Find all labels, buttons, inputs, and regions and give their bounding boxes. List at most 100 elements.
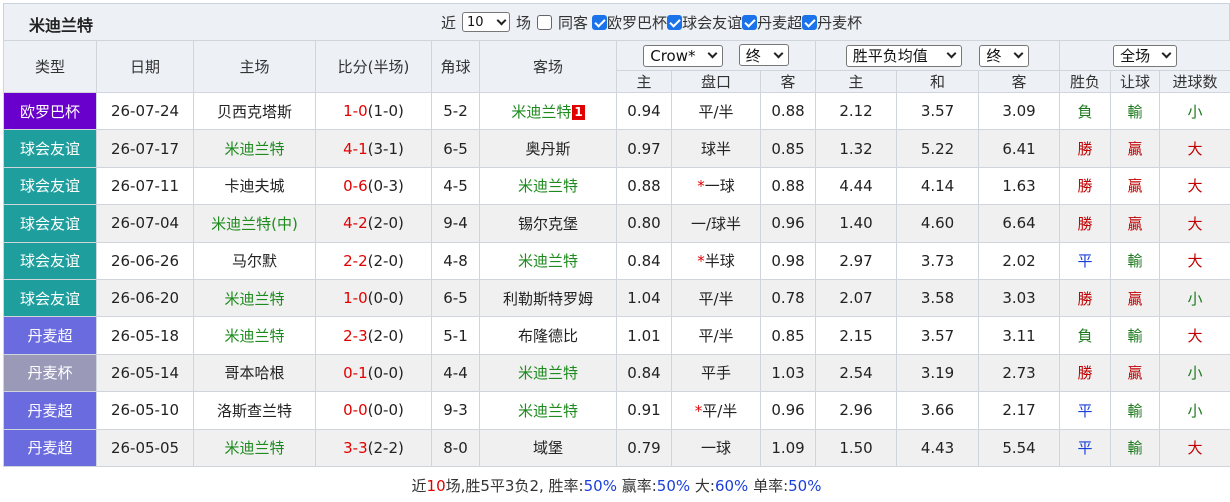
handicap-line-text: 一/球半 [690,214,742,233]
filter-label-europa: 欧罗巴杯 [607,13,668,32]
competition-type[interactable]: 丹麦杯 [3,353,97,393]
competition-type[interactable]: 欧罗巴杯 [3,91,97,131]
odds-away: 3.11 [978,316,1061,355]
home-team[interactable]: 马尔默 [193,241,316,280]
handicap-line: *半球 [671,241,761,280]
recent-suffix: 场 [516,13,532,32]
odds-away: 6.41 [978,129,1061,168]
odds-home: 1.40 [815,204,898,243]
col-handicap-away: 客 [759,70,817,93]
goals-result: 大 [1159,129,1230,168]
away-team[interactable]: 奥丹斯 [479,129,617,168]
home-team[interactable]: 哥本哈根 [193,353,316,393]
full-time-score: 2-3 [343,326,368,345]
scope-select[interactable]: 全场 [1113,44,1178,67]
competition-type[interactable]: 丹麦超 [3,316,97,355]
handicap-line: 一/球半 [671,204,761,243]
match-score[interactable]: 4-1(3-1) [315,129,432,168]
competition-type[interactable]: 丹麦超 [3,391,97,430]
odds-draw: 4.14 [896,166,980,206]
match-result: 勝 [1059,353,1112,393]
half-time-score: (2-0) [367,326,404,345]
handicap-mode-select[interactable]: 终 [738,44,789,67]
match-score[interactable]: 4-2(2-0) [315,204,432,243]
away-team[interactable]: 米迪兰特 [479,166,617,206]
goals-result: 小 [1159,278,1230,318]
match-score[interactable]: 1-0(1-0) [315,91,432,131]
handicap-result: 贏 [1110,278,1161,318]
away-team[interactable]: 米迪兰特 [479,353,617,393]
competition-type[interactable]: 丹麦超 [3,428,97,467]
half-time-score: (0-3) [367,176,404,195]
full-time-score: 4-2 [343,214,368,233]
home-team[interactable]: 洛斯查兰特 [193,391,316,430]
competition-type[interactable]: 球会友谊 [3,278,97,318]
competition-type[interactable]: 球会友谊 [3,204,97,243]
away-team-name: 米迪兰特 [517,364,578,383]
odds-mode-select[interactable]: 终 [979,44,1030,67]
goals-result: 大 [1159,316,1230,355]
corners: 8-0 [431,428,480,467]
handicap-line: 平/半 [671,316,761,355]
competition-type[interactable]: 球会友谊 [3,241,97,280]
table-row: 丹麦杯 26-05-14 哥本哈根 0-1(0-0) 4-4 米迪兰特 0.84 平手 1.03… [3,353,1230,393]
filter-checkbox-friendly[interactable] [667,14,683,30]
corners: 5-1 [431,316,480,355]
away-team[interactable]: 米迪兰特 [479,391,617,430]
col-odds-home: 主 [815,70,898,93]
match-score[interactable]: 0-6(0-3) [315,166,432,206]
recent-count-select[interactable]: 10 [462,12,511,32]
odds-home: 4.44 [815,166,898,206]
handicap-home-odds: 0.91 [616,391,672,430]
filter-checkbox-europa[interactable] [592,14,608,30]
goals-result: 小 [1159,91,1230,131]
match-score[interactable]: 1-0(0-0) [315,278,432,318]
handicap-away-odds: 0.78 [759,278,817,318]
table-row: 球会友谊 26-07-04 米迪兰特(中) 4-2(2-0) 9-4 锡尔克堡 0.80 一/… [3,204,1230,243]
away-team[interactable]: 利勒斯特罗姆 [479,278,617,318]
chevron-down-icon [946,48,957,59]
competition-type[interactable]: 球会友谊 [3,166,97,206]
handicap-home-odds: 0.97 [616,129,672,168]
handicap-away-odds: 0.85 [759,316,817,355]
home-team[interactable]: 米迪兰特 [193,428,316,467]
odds-draw: 3.66 [896,391,980,430]
handicap-line: 平/半 [671,91,761,131]
match-score[interactable]: 0-1(0-0) [315,353,432,393]
table-row: 欧罗巴杯 26-07-24 贝西克塔斯 1-0(1-0) 5-2 米迪兰特 1 0.94 平/半… [3,91,1230,131]
odds-draw: 3.58 [896,278,980,318]
match-result: 負 [1059,91,1112,131]
same-host-checkbox[interactable] [537,14,553,30]
home-team[interactable]: 卡迪夫城 [193,166,316,206]
away-team[interactable]: 布隆德比 [479,316,617,355]
handicap-line-text: 平/半 [698,289,734,308]
handicap-result: 輸 [1110,91,1161,131]
odds-type-select[interactable]: 胜平负均值 [845,44,962,67]
match-score[interactable]: 0-0(0-0) [315,391,432,430]
odds-home: 2.15 [815,316,898,355]
half-time-score: (0-0) [367,289,404,308]
match-score[interactable]: 2-2(2-0) [315,241,432,280]
home-team[interactable]: 米迪兰特 [193,316,316,355]
away-team[interactable]: 米迪兰特 1 [479,91,617,131]
match-score[interactable]: 2-3(2-0) [315,316,432,355]
filter-checkbox-cup[interactable] [802,14,818,30]
away-team[interactable]: 域堡 [479,428,617,467]
match-score[interactable]: 3-3(2-2) [315,428,432,467]
home-team[interactable]: 贝西克塔斯 [193,91,316,131]
filter-label-superliga: 丹麦超 [757,13,803,32]
col-handicap-line: 盘口 [671,70,761,93]
handicap-company-select[interactable]: Crow* [643,44,724,67]
home-team[interactable]: 米迪兰特 [193,278,316,318]
odds-away: 2.73 [978,353,1061,393]
away-team[interactable]: 米迪兰特 [479,241,617,280]
away-team-name: 米迪兰特 [517,252,578,271]
away-team[interactable]: 锡尔克堡 [479,204,617,243]
handicap-away-odds: 0.85 [759,129,817,168]
home-team[interactable]: 米迪兰特 [193,129,316,168]
matches-table: 类型 日期 主场 比分(半场) 角球 客场 Crow* 终 胜平负均值 终 全场… [3,40,1230,467]
competition-type[interactable]: 球会友谊 [3,129,97,168]
full-time-score: 2-2 [343,251,368,270]
filter-checkbox-superliga[interactable] [742,14,758,30]
home-team[interactable]: 米迪兰特(中) [193,204,316,243]
